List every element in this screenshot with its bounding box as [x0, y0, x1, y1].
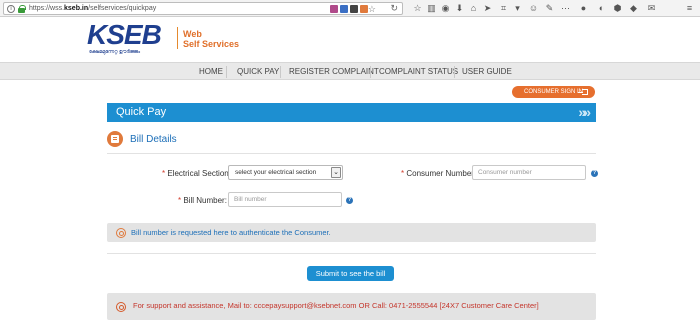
extension-icon[interactable]: ✎ — [544, 3, 555, 14]
electrical-section-label-text: Electrical Section: — [167, 169, 231, 178]
electrical-section-select[interactable]: select your electrical section ⌄ — [228, 165, 343, 180]
bill-number-input[interactable]: Bill number — [228, 192, 342, 207]
bill-number-label-text: Bill Number: — [183, 196, 227, 205]
required-mark: * — [162, 169, 166, 178]
support-icon — [116, 302, 126, 312]
extension-icon[interactable]: ● — [578, 3, 589, 14]
extension-icon[interactable]: ◐ — [596, 3, 607, 14]
lock-icon — [18, 5, 26, 13]
info-message: Bill number is requested here to authent… — [131, 228, 331, 237]
extension-icon[interactable]: ◆ — [628, 3, 639, 14]
site-title-line2: Self Services — [183, 39, 240, 49]
site-title-line1: Web — [183, 29, 202, 39]
sign-in-icon — [578, 89, 588, 95]
kseb-logo[interactable]: KSEB ക്ഷേമമുന്നേറ്റ ഊർജ്ജം — [87, 21, 177, 58]
bookmarks-star-icon[interactable]: ☆ — [412, 3, 423, 14]
submit-button[interactable]: Submit to see the bill — [307, 266, 394, 281]
consumer-number-label: * Consumer Number: — [401, 169, 476, 179]
support-message-box: For support and assistance, Mail to: ccc… — [107, 293, 596, 320]
logo-tagline: ക്ഷേമമുന്നേറ്റ ഊർജ്ജം — [89, 49, 141, 55]
info-icon[interactable]: i — [7, 5, 15, 13]
crop-icon[interactable]: ⌗ — [498, 3, 509, 14]
extension-icon[interactable] — [350, 5, 358, 13]
divider — [107, 253, 596, 254]
menu-icon[interactable]: ≡ — [684, 3, 695, 14]
send-icon[interactable]: ➤ — [482, 3, 493, 14]
support-message: For support and assistance, Mail to: ccc… — [133, 301, 539, 310]
extension-icon[interactable] — [330, 5, 338, 13]
chevron-down-icon[interactable]: ⌄ — [331, 167, 341, 178]
nav-home[interactable]: HOME — [199, 67, 223, 77]
quick-pay-title: Quick Pay — [116, 106, 167, 118]
site-title: Web Self Services — [183, 29, 239, 49]
electrical-section-label: * Electrical Section: — [162, 169, 231, 179]
emoji-icon[interactable]: ☺ — [528, 3, 539, 14]
logo-divider — [177, 27, 178, 49]
consumer-number-label-text: Consumer Number: — [406, 169, 477, 178]
nav-register-complaint[interactable]: REGISTER COMPLAINT — [289, 67, 379, 77]
help-icon[interactable]: ? — [591, 170, 598, 177]
home-icon[interactable]: ⌂ — [468, 3, 479, 14]
consumer-number-input[interactable]: Consumer number — [472, 165, 586, 180]
divider — [107, 153, 596, 154]
nav-separator — [280, 66, 281, 78]
bill-number-label: * Bill Number: — [178, 196, 227, 206]
extension-icon[interactable]: ✉ — [646, 3, 657, 14]
bill-icon — [107, 131, 123, 147]
main-nav: HOME QUICK PAY REGISTER COMPLAINT COMPLA… — [0, 62, 700, 80]
info-message-box: Bill number is requested here to authent… — [107, 223, 596, 242]
double-chevron-icon: »» — [578, 104, 590, 120]
quick-pay-header: Quick Pay »» — [107, 103, 596, 122]
extension-icon[interactable]: ⬢ — [612, 3, 623, 14]
bill-details-title: Bill Details — [130, 134, 177, 145]
info-icon — [116, 228, 126, 238]
address-bar[interactable]: i https://wss.kseb.in/selfservices/quick… — [3, 2, 403, 15]
electrical-section-value: select your electrical section — [235, 169, 317, 176]
extension-icon[interactable] — [340, 5, 348, 13]
nav-user-guide[interactable]: USER GUIDE — [462, 67, 512, 77]
nav-complaint-status[interactable]: COMPLAINT STATUS — [379, 67, 458, 77]
more-icon[interactable]: ⋯ — [560, 3, 571, 14]
bookmark-star-icon[interactable]: ☆ — [368, 4, 376, 14]
required-mark: * — [401, 169, 405, 178]
reload-icon[interactable]: ↻ — [390, 3, 398, 14]
library-icon[interactable]: ▥ — [426, 3, 437, 14]
logo-wordmark: KSEB — [87, 19, 162, 50]
nav-separator — [454, 66, 455, 78]
url-text[interactable]: https://wss.kseb.in/selfservices/quickpa… — [29, 4, 156, 14]
pocket-icon[interactable]: ◉ — [440, 3, 451, 14]
consumer-signin-label: CONSUMER SIGN IN — [524, 89, 584, 95]
dropdown-icon[interactable]: ▾ — [512, 3, 523, 14]
extension-icon[interactable] — [360, 5, 368, 13]
download-icon[interactable]: ⬇ — [454, 3, 465, 14]
nav-quick-pay[interactable]: QUICK PAY — [237, 67, 279, 77]
required-mark: * — [178, 196, 182, 205]
consumer-signin-button[interactable]: CONSUMER SIGN IN — [512, 86, 595, 98]
help-icon[interactable]: ? — [346, 197, 353, 204]
browser-toolbar: i https://wss.kseb.in/selfservices/quick… — [0, 0, 700, 17]
nav-separator — [370, 66, 371, 78]
nav-separator — [226, 66, 227, 78]
